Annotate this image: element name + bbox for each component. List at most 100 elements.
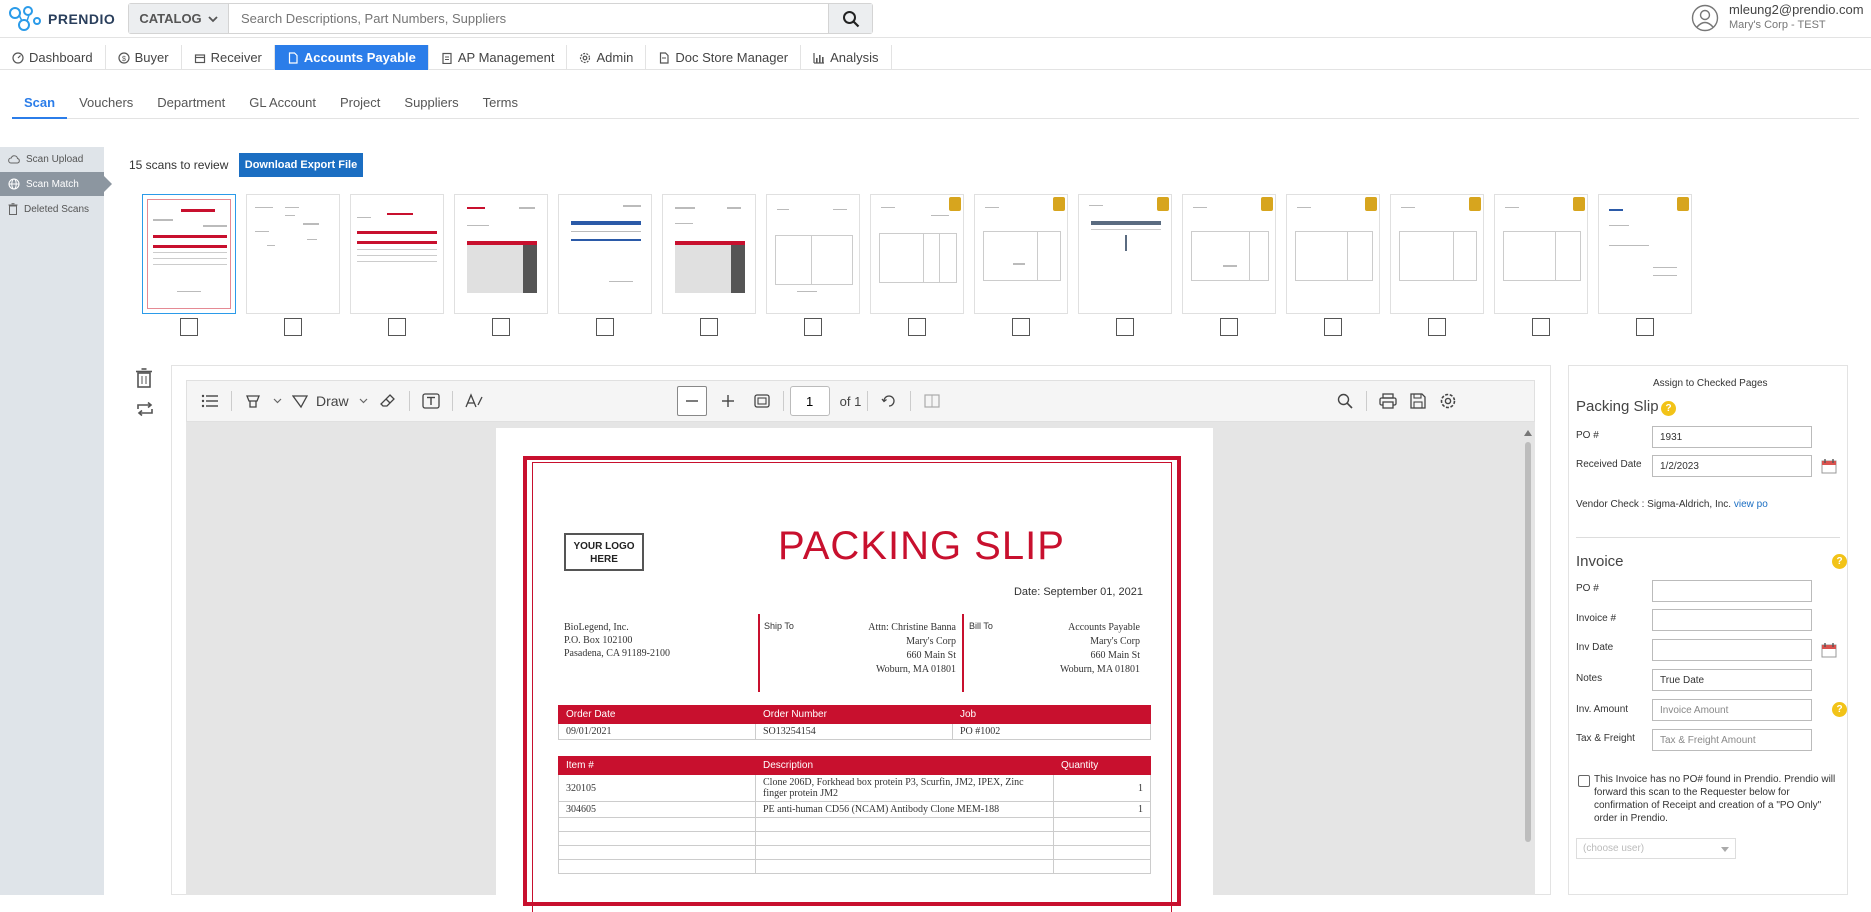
invoice-amount-input[interactable] <box>1652 699 1812 721</box>
scan-checkbox[interactable] <box>596 318 614 336</box>
scan-thumbnail[interactable] <box>1078 194 1172 314</box>
highlight-options-button[interactable] <box>268 386 286 416</box>
scan-checkbox[interactable] <box>1220 318 1238 336</box>
save-button[interactable] <box>1403 386 1433 416</box>
tab-project[interactable]: Project <box>328 94 392 119</box>
bill-to-label: Bill To <box>969 621 993 631</box>
scan-thumbnail[interactable] <box>246 194 340 314</box>
scrollbar-thumb[interactable] <box>1525 442 1531 842</box>
catalog-dropdown[interactable]: CATALOG <box>129 4 229 33</box>
scan-checkbox[interactable] <box>1636 318 1654 336</box>
nav-accounts-payable[interactable]: Accounts Payable <box>274 45 429 70</box>
text-tool-button[interactable] <box>459 386 489 416</box>
help-icon[interactable]: ? <box>1832 554 1847 569</box>
page-number-input[interactable] <box>789 386 830 416</box>
tab-vouchers[interactable]: Vouchers <box>67 94 145 119</box>
highlight-button[interactable] <box>238 386 268 416</box>
rotate-page-button[interactable] <box>874 386 904 416</box>
nav-dashboard[interactable]: Dashboard <box>0 45 106 70</box>
scan-thumbnail[interactable] <box>454 194 548 314</box>
nav-doc-store-manager[interactable]: Doc Store Manager <box>646 45 802 70</box>
nav-receiver[interactable]: Receiver <box>182 45 275 70</box>
search-input[interactable] <box>229 4 828 33</box>
search-button[interactable] <box>828 4 872 33</box>
rotate-scan-button[interactable] <box>135 401 157 422</box>
scan-checkbox[interactable] <box>908 318 926 336</box>
print-button[interactable] <box>1373 386 1403 416</box>
highlighter-icon <box>246 395 260 408</box>
notes-input[interactable] <box>1652 669 1812 691</box>
assign-to-checked-pages[interactable]: Assign to Checked Pages <box>1653 378 1768 389</box>
tab-scan[interactable]: Scan <box>12 94 68 119</box>
tab-terms[interactable]: Terms <box>471 94 530 119</box>
text-box-button[interactable] <box>416 386 446 416</box>
po-number-input[interactable] <box>1652 426 1812 448</box>
tab-gl-account[interactable]: GL Account <box>237 94 328 119</box>
invoice-number-input[interactable] <box>1652 609 1812 631</box>
search-document-button[interactable] <box>1330 386 1360 416</box>
scan-checkbox[interactable] <box>180 318 198 336</box>
scan-checkbox[interactable] <box>1012 318 1030 336</box>
eraser-button[interactable] <box>373 386 403 416</box>
nav-analysis[interactable]: Analysis <box>801 45 892 70</box>
table-cell: Clone 206D, Forkhead box protein P3, Scu… <box>755 774 1054 802</box>
scan-thumbnail[interactable] <box>870 194 964 314</box>
zoom-in-button[interactable] <box>713 386 743 416</box>
invoice-po-input[interactable] <box>1652 580 1812 602</box>
scan-thumbnail[interactable] <box>142 194 236 314</box>
scan-checkbox[interactable] <box>492 318 510 336</box>
tax-freight-input[interactable] <box>1652 729 1812 751</box>
calendar-icon[interactable] <box>1821 642 1837 658</box>
delete-scan-button[interactable] <box>135 368 157 393</box>
help-icon[interactable]: ? <box>1661 401 1676 416</box>
panel-divider <box>1576 537 1840 538</box>
scan-thumbnail[interactable] <box>1598 194 1692 314</box>
sidebar-item-deleted-scans[interactable]: Deleted Scans <box>0 197 104 221</box>
sidebar-item-scan-upload[interactable]: Scan Upload <box>0 147 104 171</box>
scan-checkbox[interactable] <box>1116 318 1134 336</box>
download-export-button[interactable]: Download Export File <box>239 153 363 177</box>
fit-page-button[interactable] <box>747 386 777 416</box>
scan-checkbox[interactable] <box>700 318 718 336</box>
scan-checkbox[interactable] <box>388 318 406 336</box>
outline-button[interactable] <box>195 386 225 416</box>
settings-button[interactable] <box>1433 386 1463 416</box>
scan-thumbnail[interactable] <box>766 194 860 314</box>
received-date-input[interactable] <box>1652 455 1812 477</box>
scan-thumbnail[interactable] <box>1286 194 1380 314</box>
scan-checkbox[interactable] <box>1324 318 1342 336</box>
invoice-po-label: PO # <box>1576 583 1599 594</box>
scan-thumbnail[interactable] <box>558 194 652 314</box>
nav-label: Admin <box>596 50 634 65</box>
no-po-checkbox[interactable] <box>1578 775 1590 787</box>
scan-checkbox[interactable] <box>1532 318 1550 336</box>
nav-buyer[interactable]: $ Buyer <box>106 45 182 70</box>
prendio-logo[interactable]: PRENDIO <box>8 4 115 34</box>
calendar-icon[interactable] <box>1821 458 1837 474</box>
vendor-check: Vendor Check : Sigma-Aldrich, Inc. view … <box>1576 499 1768 510</box>
tab-suppliers[interactable]: Suppliers <box>392 94 470 119</box>
scan-thumbnail[interactable] <box>350 194 444 314</box>
tab-department[interactable]: Department <box>145 94 237 119</box>
requester-select[interactable]: (choose user) <box>1576 838 1736 859</box>
draw-options-button[interactable] <box>355 386 373 416</box>
sidebar-item-scan-match[interactable]: Scan Match <box>0 172 112 196</box>
page-layout-button[interactable] <box>917 386 947 416</box>
scan-checkbox[interactable] <box>804 318 822 336</box>
help-icon[interactable]: ? <box>1832 702 1847 717</box>
scan-thumbnail[interactable] <box>1390 194 1484 314</box>
user-menu[interactable]: mleung2@prendio.com Mary's Corp - TEST <box>1691 2 1871 36</box>
scan-thumbnail[interactable] <box>1182 194 1276 314</box>
nav-ap-management[interactable]: AP Management <box>429 45 568 70</box>
scan-checkbox[interactable] <box>284 318 302 336</box>
draw-button[interactable]: Draw <box>286 386 355 416</box>
user-avatar-icon <box>1691 4 1719 32</box>
invoice-date-input[interactable] <box>1652 639 1812 661</box>
scan-checkbox[interactable] <box>1428 318 1446 336</box>
scan-thumbnail[interactable] <box>1494 194 1588 314</box>
scan-thumbnail[interactable] <box>662 194 756 314</box>
scan-thumbnail[interactable] <box>974 194 1068 314</box>
view-po-link[interactable]: view po <box>1734 499 1768 510</box>
zoom-out-button[interactable] <box>676 386 707 416</box>
nav-admin[interactable]: Admin <box>567 45 647 70</box>
